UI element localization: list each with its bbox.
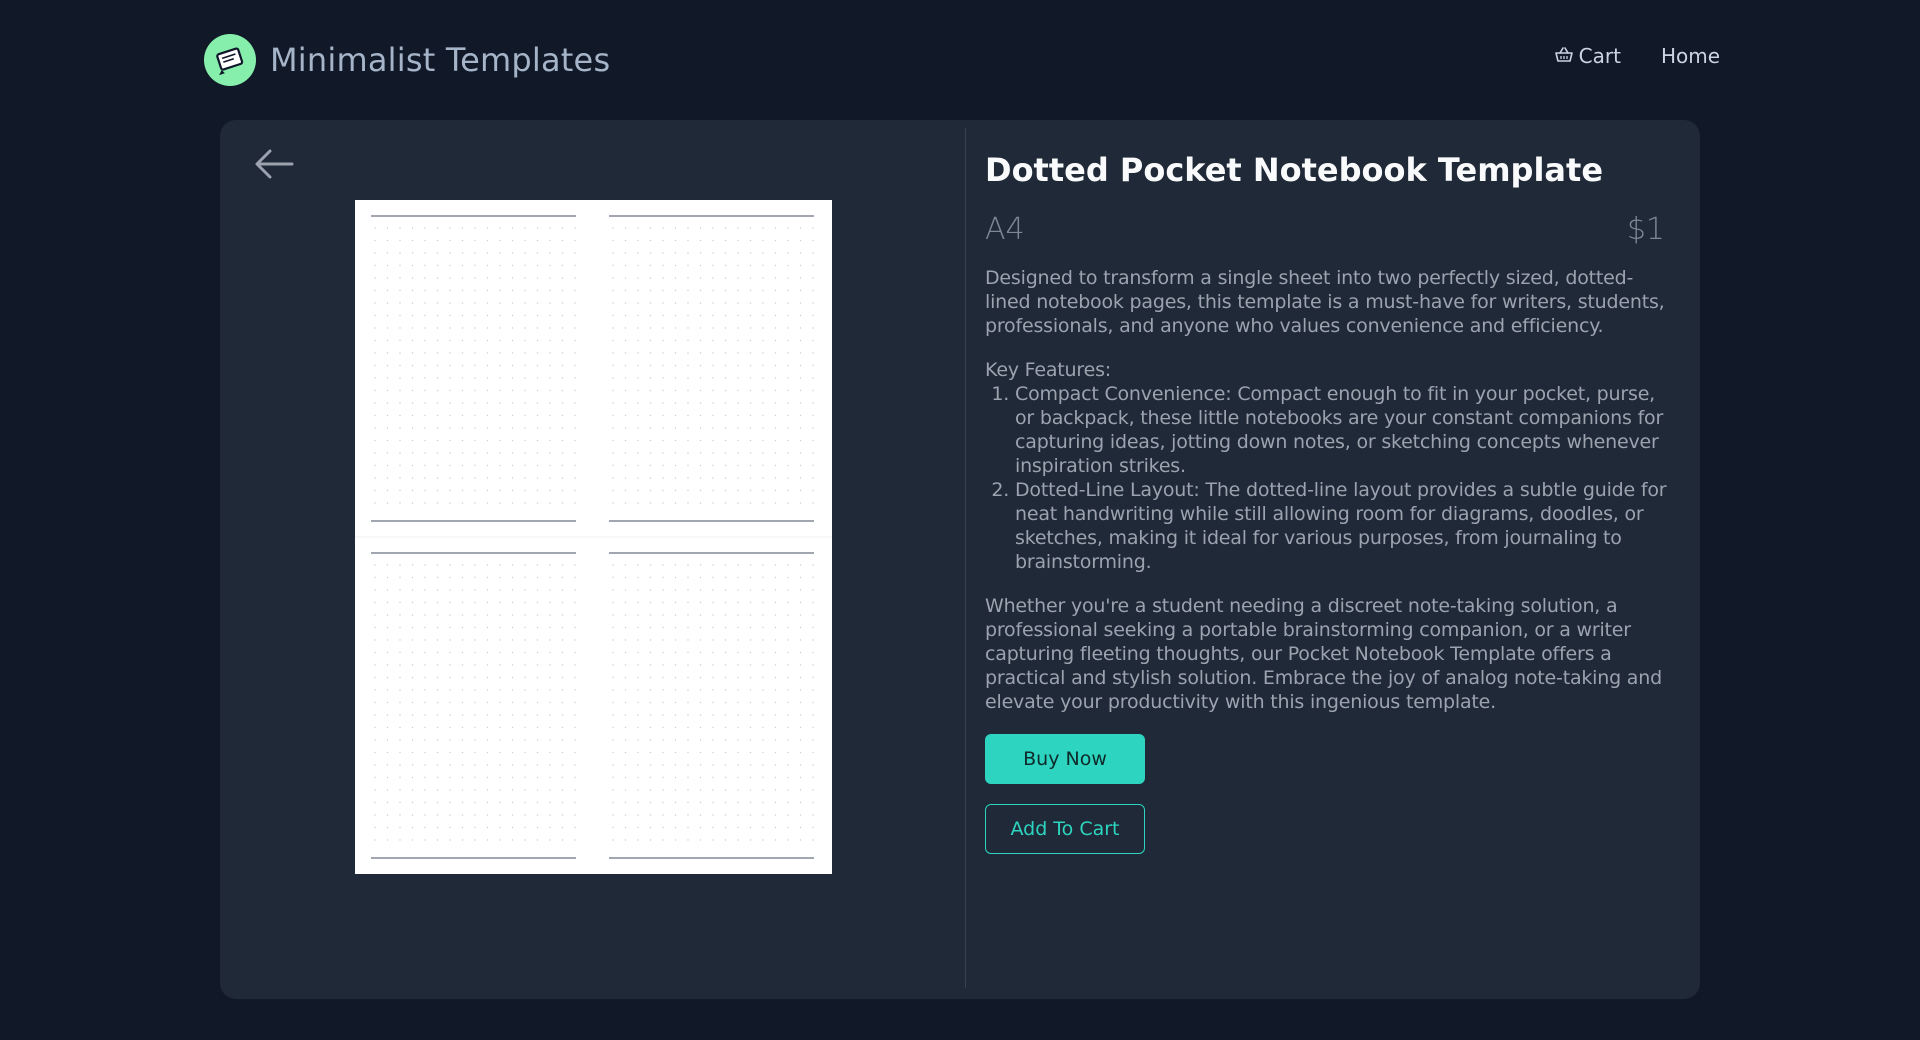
product-size: A4 [985,212,1025,247]
feature-item: Compact Convenience: Compact enough to f… [1015,382,1675,478]
card-divider [965,128,966,988]
top-header: Minimalist Templates Cart Home [0,0,1920,120]
closing-text: Whether you're a student needing a discr… [985,595,1662,713]
brand-link[interactable]: Minimalist Templates [204,34,610,86]
product-card: Dotted Pocket Notebook Template A4 $1 De… [220,120,1700,999]
buy-now-button[interactable]: Buy Now [985,734,1145,784]
notebook-logo-icon [204,34,256,86]
product-price: $1 [1626,212,1665,247]
feature-item: Dotted-Line Layout: The dotted-line layo… [1015,478,1675,574]
features-heading: Key Features: [985,359,1111,381]
brand-name: Minimalist Templates [270,41,611,79]
nav-home-label: Home [1660,44,1720,68]
nav-home-link[interactable]: Home [1661,44,1720,68]
template-preview-image [355,200,832,874]
description-text: Designed to transform a single sheet int… [985,267,1665,337]
back-arrow-icon[interactable] [252,146,296,182]
add-to-cart-button[interactable]: Add To Cart [985,804,1145,854]
nav-cart-link[interactable]: Cart [1554,44,1621,68]
preview-dot-grid [374,227,814,841]
product-title: Dotted Pocket Notebook Template [985,151,1604,189]
size-price-row: A4 $1 [985,212,1675,248]
features-list: Compact Convenience: Compact enough to f… [985,382,1675,574]
main-nav: Cart Home [1554,44,1720,68]
product-description: Designed to transform a single sheet int… [985,266,1675,714]
product-details: Dotted Pocket Notebook Template A4 $1 De… [985,148,1675,854]
nav-cart-label: Cart [1578,44,1621,68]
basket-icon [1554,44,1573,68]
